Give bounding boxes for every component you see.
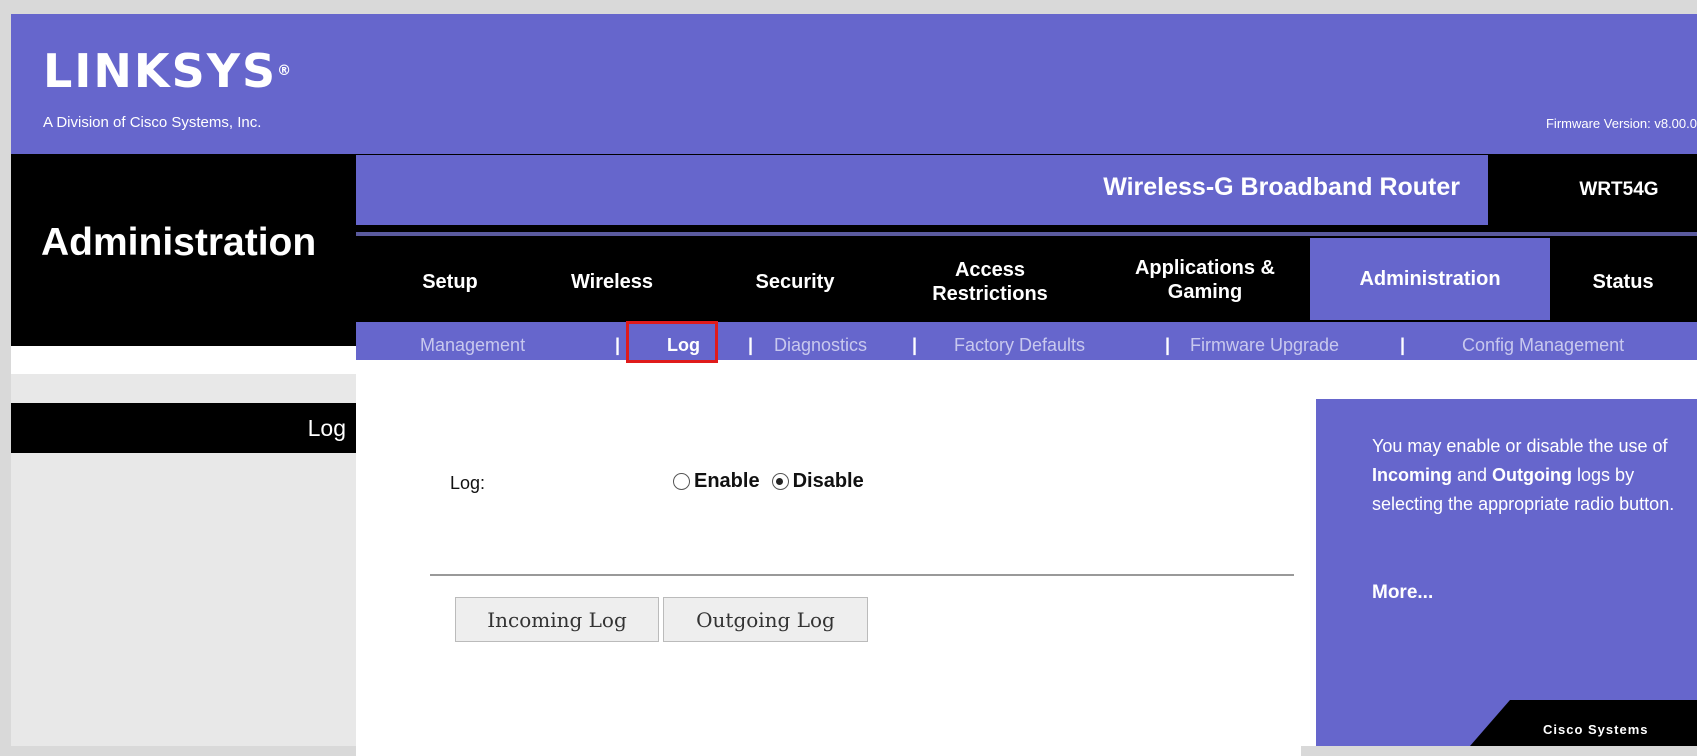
content-divider — [430, 574, 1294, 576]
subnav-diagnostics[interactable]: Diagnostics — [774, 335, 867, 356]
subnav-separator: | — [748, 335, 754, 355]
product-name: Wireless-G Broadband Router — [1103, 173, 1460, 201]
sidebar-log-heading: Log — [11, 403, 356, 453]
log-radio-group: Enable Disable — [673, 470, 876, 493]
tab-access-restrictions[interactable]: Access Restrictions — [905, 258, 1075, 306]
tab-administration[interactable]: Administration — [1310, 238, 1550, 320]
model-number: WRT54G — [1579, 179, 1659, 200]
enable-label: Enable — [694, 470, 760, 492]
division-text: A Division of Cisco Systems, Inc. — [43, 114, 262, 131]
log-label: Log: — [450, 473, 486, 493]
outgoing-log-button[interactable]: Outgoing Log — [663, 597, 868, 642]
content-area — [356, 384, 1301, 756]
help-text: You may enable or disable the use of Inc… — [1372, 436, 1675, 514]
tab-status[interactable]: Status — [1560, 270, 1686, 294]
firmware-version: Firmware Version: v8.00.0 — [1545, 116, 1697, 131]
linksys-logo: LINKSYS® — [43, 44, 292, 98]
subnav-separator: | — [1400, 335, 1406, 355]
subnav-separator: | — [912, 335, 918, 355]
subnav-management[interactable]: Management — [420, 335, 525, 356]
header-bar: LINKSYS® A Division of Cisco Systems, In… — [11, 14, 1697, 154]
section-title: Administration — [41, 221, 317, 264]
incoming-log-button[interactable]: Incoming Log — [455, 597, 659, 642]
subnav-factory-defaults[interactable]: Factory Defaults — [954, 335, 1085, 356]
more-link[interactable]: More... — [1372, 582, 1433, 604]
tab-setup[interactable]: Setup — [405, 270, 495, 294]
disable-label: Disable — [792, 470, 864, 492]
enable-radio[interactable] — [673, 473, 690, 490]
tab-wireless[interactable]: Wireless — [552, 270, 672, 294]
log-highlight-box — [626, 321, 718, 363]
subnav-firmware-upgrade[interactable]: Firmware Upgrade — [1190, 335, 1339, 356]
tab-applications-gaming[interactable]: Applications & Gaming — [1120, 256, 1290, 304]
nav-divider-stripe — [356, 232, 1697, 236]
subnav-separator: | — [615, 335, 621, 355]
cisco-systems-logo: Cisco Systems — [1543, 722, 1649, 737]
tab-security[interactable]: Security — [735, 270, 855, 294]
disable-radio[interactable] — [771, 473, 789, 490]
subnav-config-management[interactable]: Config Management — [1462, 335, 1624, 356]
product-bar: Wireless-G Broadband Router — [356, 155, 1488, 225]
subnav-separator: | — [1165, 335, 1171, 355]
